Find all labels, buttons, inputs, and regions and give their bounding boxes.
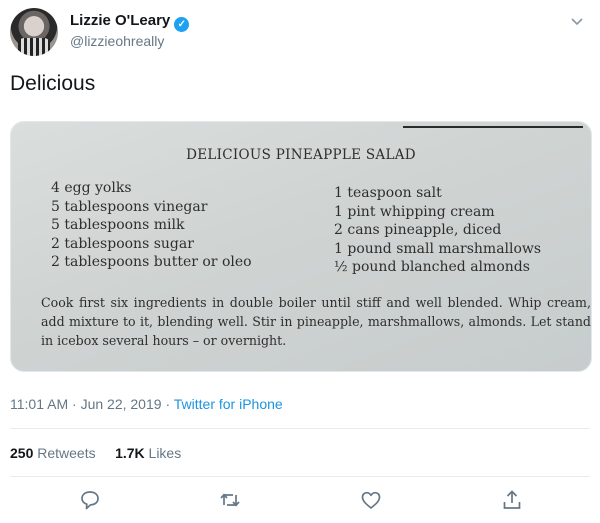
ingredient: 5 tablespoons milk	[51, 217, 185, 233]
author-name[interactable]: Lizzie O'Leary ✓	[70, 12, 190, 32]
ingredient: 1 pint whipping cream	[334, 203, 495, 220]
retweets-stat[interactable]: 250 Retweets	[10, 445, 96, 461]
tweet-photo[interactable]: DELICIOUS PINEAPPLE SALAD 4 egg yolks 5 …	[10, 121, 592, 372]
retweets-count[interactable]: 250	[10, 445, 33, 461]
tweet-header: Lizzie O'Leary ✓ @lizzieohreally	[10, 6, 590, 56]
retweet-icon[interactable]	[218, 488, 242, 512]
separator: ·	[72, 396, 77, 412]
tweet-date[interactable]: Jun 22, 2019	[81, 396, 162, 412]
ingredient: 2 cans pineapple, diced	[334, 222, 502, 238]
tweet-actions	[0, 488, 600, 518]
separator: ·	[165, 396, 171, 412]
likes-stat[interactable]: 1.7K Likes	[115, 445, 181, 461]
author-name-text[interactable]: Lizzie O'Leary	[70, 12, 170, 29]
ingredient: 4 egg yolks	[51, 180, 132, 196]
tweet-stats: 250 Retweets 1.7K Likes	[10, 445, 181, 461]
ingredient: 2 tablespoons sugar	[51, 235, 194, 252]
divider	[10, 428, 590, 429]
recipe-title: DELICIOUS PINEAPPLE SALAD	[186, 147, 416, 163]
tweet-source-link[interactable]: Twitter for iPhone	[174, 396, 283, 412]
divider	[10, 476, 590, 477]
ingredients-right: 1 teaspoon salt 1 pint whipping cream 2 …	[334, 184, 541, 277]
retweets-label[interactable]: Retweets	[37, 445, 95, 461]
ingredient: 1 pound small marshmallows	[334, 240, 542, 257]
ingredients-left: 4 egg yolks 5 tablespoons vinegar 5 tabl…	[51, 179, 252, 272]
tweet-time[interactable]: 11:01 AM	[10, 396, 68, 412]
ingredient: 2 tablespoons butter or oleo	[51, 254, 252, 270]
avatar[interactable]	[10, 8, 58, 56]
tweet-text: Delicious	[10, 72, 96, 95]
ingredient: ½ pound blanched almonds	[334, 259, 530, 275]
page-rule	[403, 126, 583, 128]
recipe-instructions: Cook first six ingredients in double boi…	[41, 295, 591, 348]
likes-count[interactable]: 1.7K	[115, 445, 145, 461]
reply-icon[interactable]	[78, 488, 102, 512]
share-icon[interactable]	[500, 488, 524, 512]
ingredient: 1 teaspoon salt	[334, 185, 442, 201]
ingredient: 5 tablespoons vinegar	[51, 198, 208, 215]
verified-badge-icon: ✓	[174, 17, 190, 32]
author-handle[interactable]: @lizzieohreally	[70, 33, 164, 49]
heart-icon[interactable]	[359, 488, 383, 512]
tweet-timestamp: 11:01 AM · Jun 22, 2019 · Twitter for iP…	[10, 396, 283, 412]
likes-label[interactable]: Likes	[149, 445, 182, 461]
chevron-down-icon[interactable]	[568, 12, 586, 30]
